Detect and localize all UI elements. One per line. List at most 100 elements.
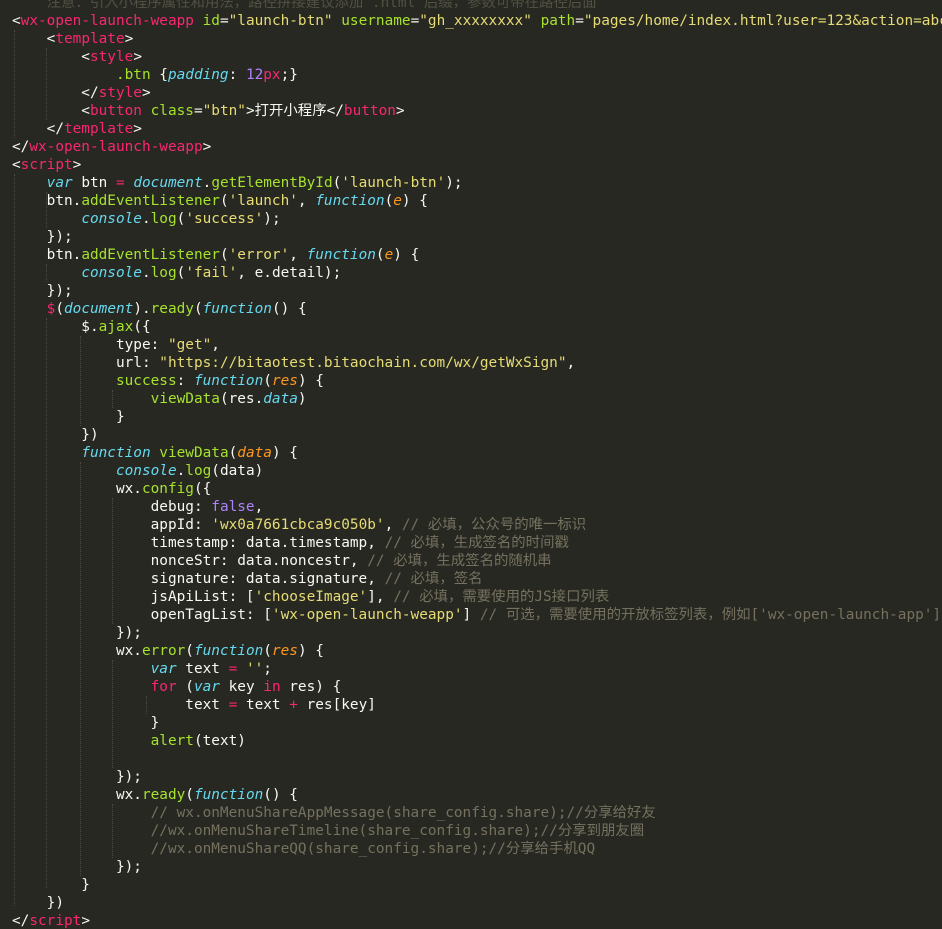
code-token: // 必填，生成签名的随机串 bbox=[367, 553, 552, 569]
code-token: ) { bbox=[297, 373, 324, 389]
code-token: (text) bbox=[193, 733, 246, 749]
code-token: for bbox=[150, 679, 177, 695]
code-token: ; bbox=[263, 661, 272, 677]
code-token: appId: bbox=[12, 517, 212, 533]
code-line: success: function(res) { bbox=[12, 372, 942, 390]
code-token: "btn" bbox=[202, 103, 246, 119]
code-line: viewData(res.data) bbox=[12, 390, 942, 408]
code-line: $.ajax({ bbox=[12, 318, 942, 336]
code-token: > bbox=[72, 157, 82, 173]
code-token: timestamp: data.timestamp, bbox=[12, 535, 385, 551]
code-token: class bbox=[150, 103, 194, 119]
code-token: ( bbox=[228, 445, 238, 461]
code-token: document bbox=[133, 175, 203, 191]
code-token: < bbox=[12, 157, 21, 173]
code-token: path bbox=[540, 13, 576, 29]
code-token: }); bbox=[12, 229, 73, 245]
code-token: , bbox=[297, 193, 316, 209]
code-token: ( bbox=[375, 247, 385, 263]
code-token: "https://bitaotest.bitaochain.com/wx/get… bbox=[159, 355, 567, 371]
code-token: // 必填，公众号的唯一标识 bbox=[401, 517, 587, 533]
code-token: 'success' bbox=[185, 211, 264, 227]
code-line: for (var key in res) { bbox=[12, 678, 942, 696]
code-token: ( bbox=[176, 679, 194, 695]
code-token: < bbox=[12, 49, 90, 65]
code-token: = bbox=[228, 661, 238, 677]
code-token: ] bbox=[462, 607, 480, 623]
code-token: config bbox=[141, 481, 194, 497]
code-token: ) { bbox=[297, 643, 324, 659]
code-token: { bbox=[150, 67, 168, 83]
code-token: </ bbox=[12, 139, 30, 155]
code-content[interactable]: 注意：引入小程序属性和用法，路径拼接建议添加 .html 后缀，参数可带在路径后… bbox=[12, 0, 942, 929]
code-token: , bbox=[384, 517, 402, 533]
code-token: log bbox=[150, 211, 177, 227]
code-line: timestamp: data.timestamp, // 必填，生成签名的时间… bbox=[12, 534, 942, 552]
code-token: wx-open-launch-weapp bbox=[20, 13, 194, 29]
code-editor[interactable]: 注意：引入小程序属性和用法，路径拼接建议添加 .html 后缀，参数可带在路径后… bbox=[0, 0, 942, 929]
code-line: appId: 'wx0a7661cbca9c050b', // 必填，公众号的唯… bbox=[12, 516, 942, 534]
code-token: text bbox=[12, 697, 229, 713]
code-token: in bbox=[263, 679, 281, 695]
code-line: }); bbox=[12, 768, 942, 786]
code-token: wx. bbox=[12, 787, 142, 803]
code-token: ;} bbox=[280, 67, 298, 83]
code-line: wx.error(function(res) { bbox=[12, 642, 942, 660]
code-token: ( bbox=[185, 643, 194, 659]
code-token: ) { bbox=[393, 247, 420, 263]
code-token: btn. bbox=[12, 247, 82, 263]
code-line: btn.addEventListener('error', function(e… bbox=[12, 246, 942, 264]
code-token: . bbox=[176, 463, 186, 479]
code-line: var btn = document.getElementById('launc… bbox=[12, 174, 942, 192]
code-line: //wx.onMenuShareTimeline(share_config.sh… bbox=[12, 822, 942, 840]
code-token: 'launch' bbox=[228, 193, 298, 209]
code-token: res bbox=[271, 373, 298, 389]
code-line: <wx-open-launch-weapp id="launch-btn" us… bbox=[12, 12, 942, 30]
code-token: var bbox=[46, 175, 73, 191]
code-line: }) bbox=[12, 426, 942, 444]
code-token: ) { bbox=[271, 445, 298, 461]
code-token: }); bbox=[12, 283, 73, 299]
code-line: <style> bbox=[12, 48, 942, 66]
code-line: </style> bbox=[12, 84, 942, 102]
code-token: 注意：引入小程序属性和用法，路径拼接建议添加 .html 后缀，参数可带在路径后… bbox=[12, 0, 597, 11]
code-line: url: "https://bitaotest.bitaochain.com/w… bbox=[12, 354, 942, 372]
code-token: ( bbox=[219, 193, 229, 209]
code-token: viewData bbox=[159, 445, 229, 461]
code-token: px bbox=[263, 67, 281, 83]
code-token: ( bbox=[219, 247, 229, 263]
code-token: > bbox=[81, 913, 90, 929]
code-token: >打开小程序</ bbox=[245, 103, 344, 119]
code-line: </template> bbox=[12, 120, 942, 138]
code-token: ({ bbox=[133, 319, 151, 335]
code-token: template bbox=[63, 121, 134, 137]
code-token: log bbox=[185, 463, 212, 479]
code-token: "pages/home/index.html?user=123&action=a… bbox=[583, 13, 942, 29]
code-token: , e.detail); bbox=[237, 265, 342, 281]
code-line: <template> bbox=[12, 30, 942, 48]
code-token: } bbox=[12, 409, 125, 425]
code-token: } bbox=[12, 877, 90, 893]
code-token: e bbox=[384, 247, 394, 263]
code-token: jsApiList: [ bbox=[12, 589, 255, 605]
code-token: ( bbox=[193, 301, 203, 317]
code-token: btn bbox=[72, 175, 116, 191]
code-line: wx.ready(function() { bbox=[12, 786, 942, 804]
code-token: addEventListener bbox=[81, 247, 220, 263]
code-token: log bbox=[150, 265, 177, 281]
code-token: 'chooseImage' bbox=[254, 589, 368, 605]
code-line: </script> bbox=[12, 912, 942, 929]
code-line: nonceStr: data.noncestr, // 必填，生成签名的随机串 bbox=[12, 552, 942, 570]
code-token: function bbox=[193, 373, 264, 389]
code-line: <script> bbox=[12, 156, 942, 174]
code-token: }); bbox=[12, 769, 142, 785]
